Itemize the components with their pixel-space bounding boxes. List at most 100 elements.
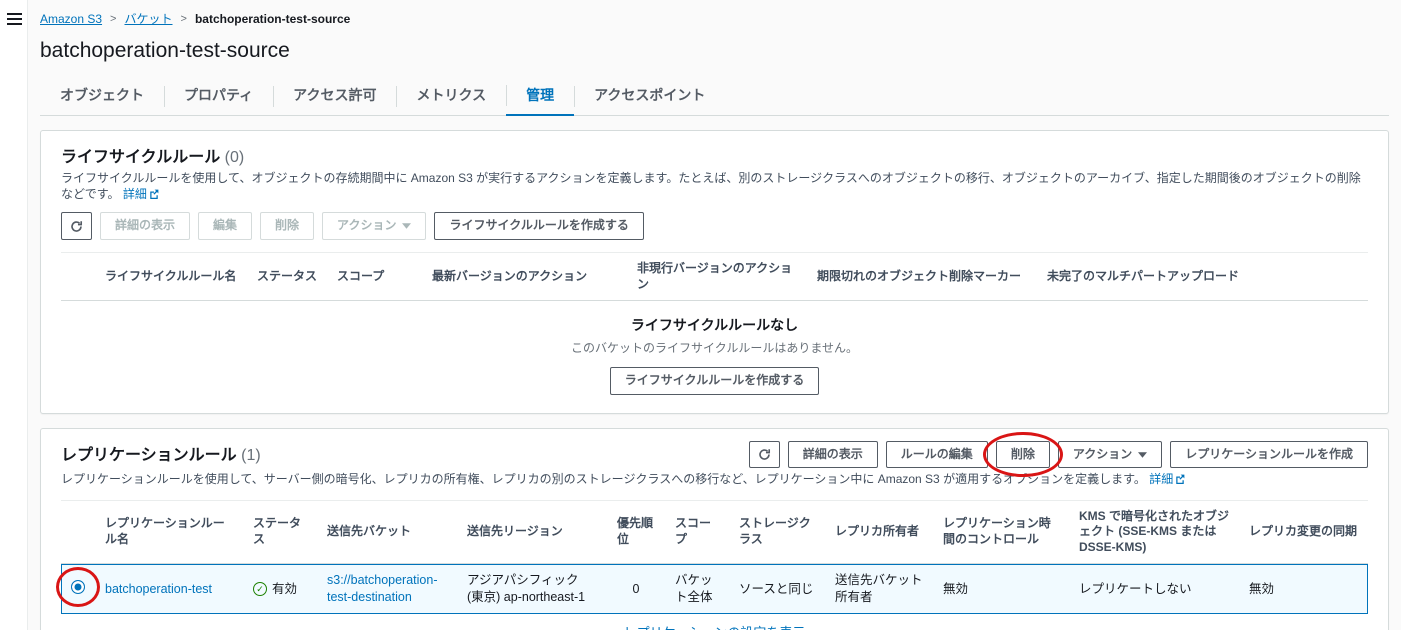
column-header: レプリケーションルール名 bbox=[95, 508, 243, 555]
breadcrumb-current: batchoperation-test-source bbox=[195, 12, 350, 26]
replication-description-text: レプリケーションルールを使用して、サーバー側の暗号化、レプリカの所有権、レプリカ… bbox=[61, 472, 1146, 486]
menu-hamburger-icon[interactable] bbox=[7, 10, 22, 28]
lifecycle-title-text: ライフサイクルルール bbox=[61, 149, 220, 166]
collapsed-side-nav bbox=[0, 0, 28, 630]
destination-bucket-link[interactable]: s3://batchoperation-test-destination bbox=[327, 573, 438, 604]
external-link-icon bbox=[1175, 474, 1185, 484]
create-replication-rule-button[interactable]: レプリケーションルールを作成 bbox=[1170, 441, 1368, 469]
replication-description: レプリケーションルールを使用して、サーバー側の暗号化、レプリカの所有権、レプリカ… bbox=[61, 471, 1368, 487]
rtc-cell: 無効 bbox=[933, 573, 1069, 606]
tab-metrics[interactable]: メトリクス bbox=[396, 77, 506, 116]
kms-cell: レプリケートしない bbox=[1069, 573, 1239, 606]
column-header: 送信先リージョン bbox=[457, 516, 607, 548]
priority-cell: 0 bbox=[607, 573, 665, 606]
breadcrumb-link-buckets[interactable]: バケット bbox=[124, 10, 172, 27]
replica-owner-cell: 送信先バケット所有者 bbox=[825, 564, 933, 614]
replication-details-link[interactable]: 詳細 bbox=[1149, 472, 1185, 486]
rule-select-radio[interactable] bbox=[71, 580, 85, 594]
lifecycle-description: ライフサイクルルールを使用して、オブジェクトの存続期間中に Amazon S3 … bbox=[61, 170, 1368, 202]
status-enabled-icon: ✓ bbox=[253, 582, 267, 596]
column-header: 最新バージョンのアクション bbox=[422, 261, 627, 293]
sync-cell: 無効 bbox=[1239, 573, 1368, 606]
destination-region-cell: アジアパシフィック (東京) ap-northeast-1 bbox=[457, 564, 607, 614]
column-header: レプリカ変更の同期 bbox=[1239, 516, 1368, 548]
bucket-tabs: オブジェクト プロパティ アクセス許可 メトリクス 管理 アクセスポイント bbox=[40, 77, 1389, 116]
lifecycle-refresh-button[interactable] bbox=[61, 212, 92, 240]
status-text: 有効 bbox=[272, 581, 297, 598]
replication-rules-section: レプリケーションルール (1) 詳細の表示 ルールの編集 削除 アクション レプ… bbox=[40, 428, 1389, 630]
column-header: 未完了のマルチパートアップロード bbox=[1037, 261, 1368, 293]
lifecycle-view-details-button[interactable]: 詳細の表示 bbox=[100, 212, 190, 240]
replication-count: (1) bbox=[241, 447, 261, 464]
select-column-header bbox=[61, 524, 95, 540]
scope-cell: バケット全体 bbox=[665, 564, 729, 614]
main-content: Amazon S3 > バケット > batchoperation-test-s… bbox=[28, 0, 1401, 630]
rule-name-link[interactable]: batchoperation-test bbox=[105, 582, 212, 596]
create-lifecycle-rule-empty-button[interactable]: ライフサイクルルールを作成する bbox=[610, 367, 819, 395]
replication-rule-row[interactable]: batchoperation-test ✓ 有効 s3://batchopera… bbox=[61, 564, 1368, 614]
chevron-down-icon bbox=[402, 223, 411, 229]
replication-section-title: レプリケーションルール (1) bbox=[61, 441, 261, 465]
column-header: スコープ bbox=[665, 508, 729, 555]
breadcrumb-separator-icon: > bbox=[181, 13, 187, 25]
replication-edit-rule-button[interactable]: ルールの編集 bbox=[886, 441, 988, 469]
column-header: KMS で暗号化されたオブジェクト (SSE-KMS または DSSE-KMS) bbox=[1069, 501, 1239, 564]
column-header: スコープ bbox=[327, 261, 422, 293]
column-header: ストレージクラス bbox=[729, 508, 825, 555]
lifecycle-rules-section: ライフサイクルルール (0) ライフサイクルルールを使用して、オブジェクトの存続… bbox=[40, 130, 1389, 414]
tab-properties[interactable]: プロパティ bbox=[164, 77, 273, 116]
column-header: 送信先バケット bbox=[317, 516, 457, 548]
lifecycle-edit-button[interactable]: 編集 bbox=[198, 212, 252, 240]
rule-name-cell: batchoperation-test bbox=[95, 573, 243, 606]
replication-title-text: レプリケーションルール bbox=[61, 447, 237, 464]
breadcrumb: Amazon S3 > バケット > batchoperation-test-s… bbox=[40, 10, 1389, 27]
replication-delete-button[interactable]: 削除 bbox=[996, 441, 1050, 469]
replication-table-footer: レプリケーションの設定を表示 bbox=[61, 614, 1368, 630]
details-link-text: 詳細 bbox=[123, 187, 147, 201]
lifecycle-section-title: ライフサイクルルール (0) bbox=[61, 143, 1368, 167]
column-header: ライフサイクルルール名 bbox=[95, 261, 247, 293]
lifecycle-actions-dropdown[interactable]: アクション bbox=[322, 212, 426, 240]
column-header: 優先順位 bbox=[607, 508, 665, 555]
page-title: batchoperation-test-source bbox=[40, 39, 1389, 63]
lifecycle-empty-state: ライフサイクルルールなし このバケットのライフサイクルルールはありません。 ライ… bbox=[61, 301, 1368, 401]
storage-class-cell: ソースと同じ bbox=[729, 573, 825, 606]
external-link-icon bbox=[149, 189, 159, 199]
create-lifecycle-rule-button[interactable]: ライフサイクルルールを作成する bbox=[434, 212, 643, 240]
refresh-icon bbox=[758, 448, 771, 461]
column-header: ステータス bbox=[243, 508, 317, 555]
tab-management[interactable]: 管理 bbox=[506, 77, 574, 116]
lifecycle-count: (0) bbox=[225, 149, 245, 166]
row-select-cell bbox=[61, 572, 95, 607]
replication-actions-dropdown[interactable]: アクション bbox=[1058, 441, 1162, 469]
select-column-header bbox=[61, 269, 95, 285]
rule-status-cell: ✓ 有効 bbox=[243, 573, 317, 606]
column-header: レプリケーション時間のコントロール bbox=[933, 508, 1069, 555]
view-replication-settings-link[interactable]: レプリケーションの設定を表示 bbox=[624, 625, 806, 630]
details-link-text: 詳細 bbox=[1149, 472, 1173, 486]
replication-refresh-button[interactable] bbox=[749, 441, 780, 469]
replication-toolbar: 詳細の表示 ルールの編集 削除 アクション レプリケーションルールを作成 bbox=[749, 441, 1368, 469]
empty-state-message: このバケットのライフサイクルルールはありません。 bbox=[61, 339, 1368, 356]
lifecycle-details-link[interactable]: 詳細 bbox=[123, 187, 159, 201]
tab-access-points[interactable]: アクセスポイント bbox=[574, 77, 725, 116]
replication-view-details-button[interactable]: 詳細の表示 bbox=[788, 441, 878, 469]
destination-bucket-cell: s3://batchoperation-test-destination bbox=[317, 564, 457, 614]
lifecycle-toolbar: 詳細の表示 編集 削除 アクション ライフサイクルルールを作成する bbox=[61, 212, 1368, 240]
breadcrumb-link-amazon-s3[interactable]: Amazon S3 bbox=[40, 12, 102, 26]
refresh-icon bbox=[70, 220, 83, 233]
replication-table-header: レプリケーションルール名 ステータス 送信先バケット 送信先リージョン 優先順位… bbox=[61, 500, 1368, 565]
column-header: 非現行バージョンのアクション bbox=[627, 253, 807, 300]
column-header: ステータス bbox=[247, 261, 327, 293]
empty-state-title: ライフサイクルルールなし bbox=[61, 315, 1368, 335]
tab-permissions[interactable]: アクセス許可 bbox=[273, 77, 396, 116]
column-header: 期限切れのオブジェクト削除マーカー bbox=[807, 261, 1037, 293]
lifecycle-delete-button[interactable]: 削除 bbox=[260, 212, 314, 240]
column-header: レプリカ所有者 bbox=[825, 516, 933, 548]
actions-label: アクション bbox=[337, 218, 396, 234]
chevron-down-icon bbox=[1138, 452, 1147, 458]
actions-label: アクション bbox=[1073, 447, 1132, 463]
tab-objects[interactable]: オブジェクト bbox=[40, 77, 164, 116]
breadcrumb-separator-icon: > bbox=[110, 13, 116, 25]
lifecycle-table-header: ライフサイクルルール名 ステータス スコープ 最新バージョンのアクション 非現行… bbox=[61, 252, 1368, 301]
